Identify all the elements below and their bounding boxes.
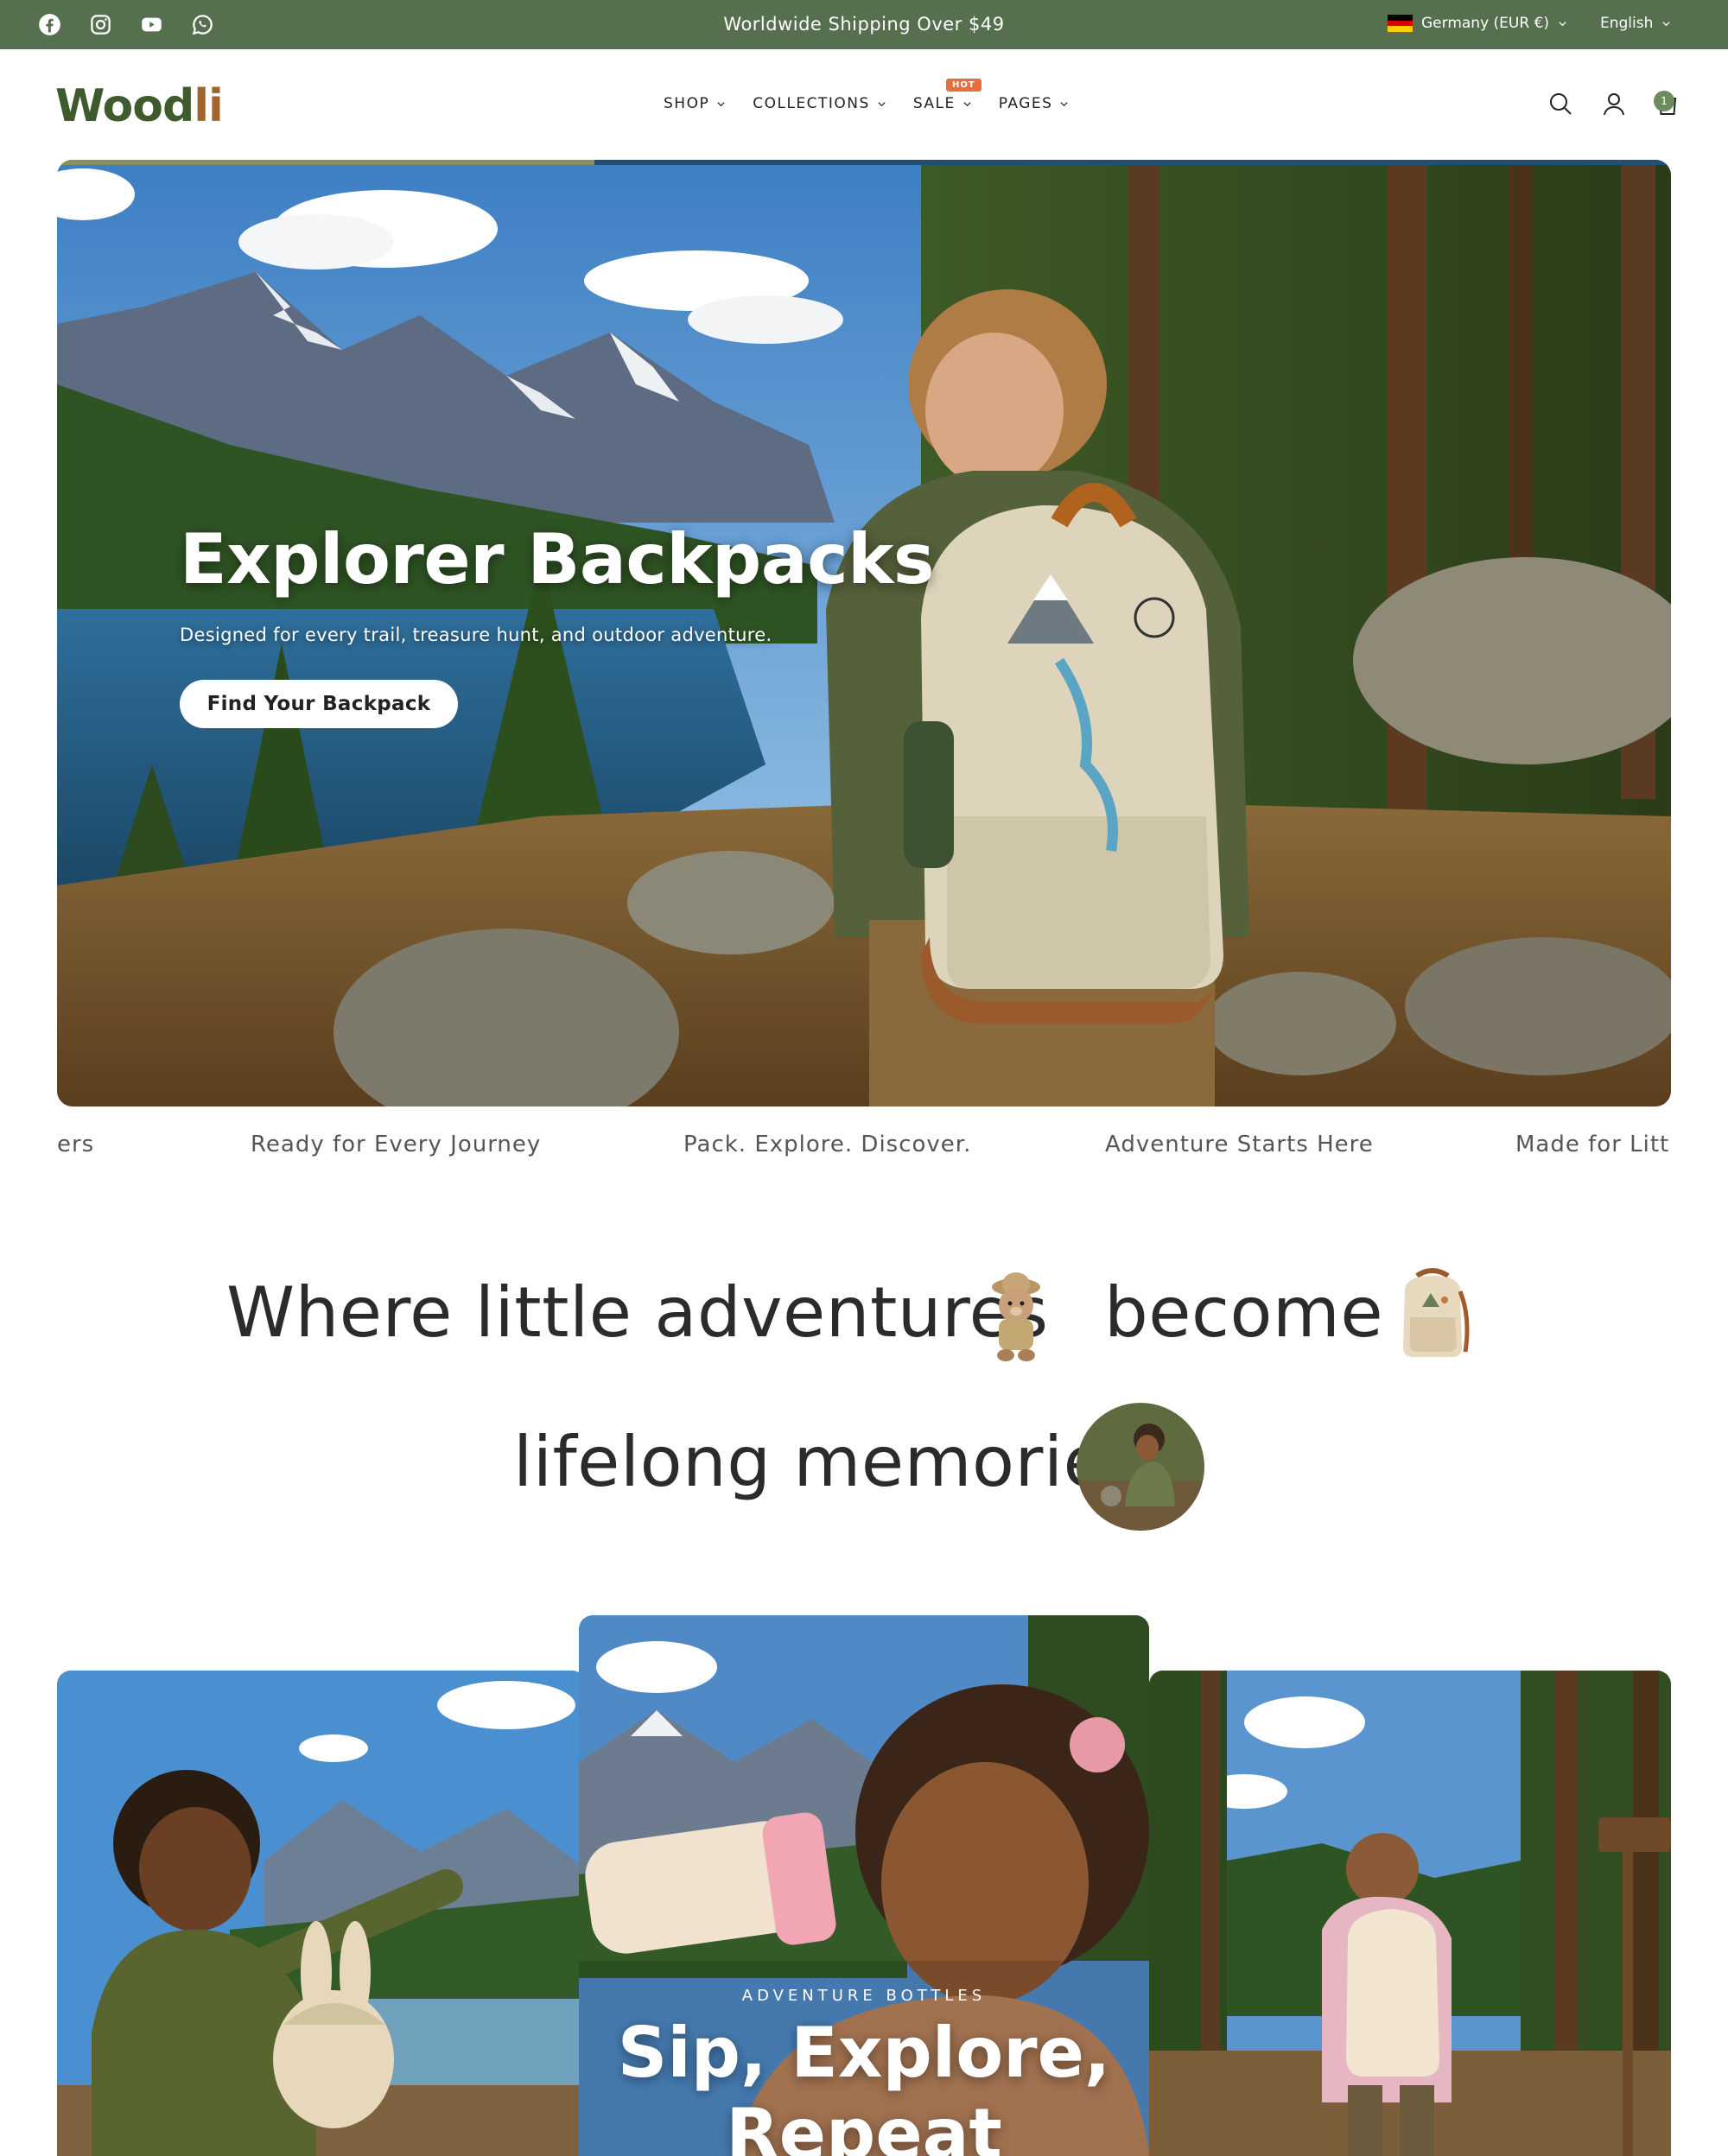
- chevron-down-icon: [962, 99, 972, 109]
- marquee-item: ers: [57, 1132, 95, 1157]
- nav-item-shop[interactable]: SHOP: [664, 95, 726, 112]
- nav-label: SALE: [912, 95, 956, 112]
- marquee-item: Made for Little: [1515, 1132, 1671, 1157]
- nav-item-collections[interactable]: COLLECTIONS: [753, 95, 886, 112]
- account-icon[interactable]: [1600, 90, 1628, 117]
- hero-slideshow: Explorer Backpacks Designed for every tr…: [57, 160, 1671, 1107]
- logo[interactable]: Woodli: [55, 80, 224, 132]
- collection-left-image: [57, 1671, 586, 2156]
- nav-label: SHOP: [664, 95, 710, 112]
- language-selector-label: English: [1600, 15, 1654, 32]
- logo-text: Wood: [55, 80, 194, 132]
- country-selector[interactable]: Germany (EUR €): [1388, 15, 1567, 33]
- nav-label: COLLECTIONS: [753, 95, 870, 112]
- main-nav: SHOP COLLECTIONS SALE PAGES: [664, 95, 1069, 112]
- marquee-item: Adventure Starts Here: [1105, 1132, 1374, 1157]
- chevron-down-icon: [1059, 99, 1069, 109]
- collection-title-line-1: Sip, Explore,: [617, 2013, 1111, 2093]
- marquee-item: Pack. Explore. Discover.: [683, 1132, 972, 1157]
- intro-line-1a: Where little adventures: [226, 1272, 1049, 1353]
- site-header: Woodli SHOP COLLECTIONS SALE PAGES HOT 1: [0, 49, 1728, 160]
- country-selector-label: Germany (EUR €): [1421, 15, 1550, 32]
- scrolling-text-marquee: ers Ready for Every Journey Pack. Explor…: [57, 1132, 1671, 1170]
- intro-heading: Where little adventures become lifelong …: [0, 1244, 1728, 1555]
- chevron-down-icon: [1558, 19, 1567, 29]
- hero-title: Explorer Backpacks: [180, 519, 935, 599]
- intro-line-1b: become: [1104, 1272, 1384, 1353]
- collection-card-adventure-bottles[interactable]: ADVENTURE BOTTLES Sip, Explore, Repeat: [579, 1615, 1149, 2156]
- hot-badge: HOT: [946, 79, 982, 92]
- collection-eyebrow: ADVENTURE BOTTLES: [741, 1987, 987, 2005]
- nav-item-sale[interactable]: SALE: [913, 95, 972, 112]
- child-exploring-image: [1077, 1403, 1204, 1531]
- germany-flag-icon: [1388, 15, 1413, 33]
- language-selector[interactable]: English: [1600, 15, 1671, 32]
- chevron-down-icon: [1661, 19, 1671, 29]
- collection-title: Sip, Explore, Repeat: [579, 2013, 1149, 2156]
- logo-accent-text: li: [194, 80, 224, 132]
- collection-title-line-2: Repeat: [726, 2094, 1002, 2156]
- slide-progress-fill: [57, 160, 595, 165]
- collection-card-left[interactable]: [57, 1671, 586, 2156]
- marquee-item: Ready for Every Journey: [251, 1132, 542, 1157]
- teddy-bear-image: [976, 1265, 1056, 1365]
- announcement-bar: Worldwide Shipping Over $49 Germany (EUR…: [0, 0, 1728, 49]
- intro-line-2: lifelong memories: [513, 1422, 1143, 1502]
- find-your-backpack-button[interactable]: Find Your Backpack: [180, 680, 458, 728]
- chevron-down-icon: [716, 99, 726, 109]
- slide-progress-bar: [57, 160, 1671, 165]
- backpack-image: [1391, 1265, 1473, 1362]
- nav-label: PAGES: [998, 95, 1053, 112]
- collection-right-image: [1149, 1671, 1671, 2156]
- cart-count-badge: 1: [1654, 91, 1674, 111]
- hero-subtitle: Designed for every trail, treasure hunt,…: [180, 625, 772, 645]
- nav-item-pages[interactable]: PAGES: [999, 95, 1070, 112]
- chevron-down-icon: [877, 99, 886, 109]
- collection-card-right[interactable]: [1149, 1671, 1671, 2156]
- collections-showcase: ADVENTURE BOTTLES Sip, Explore, Repeat: [0, 1615, 1728, 2156]
- search-icon[interactable]: [1547, 90, 1574, 117]
